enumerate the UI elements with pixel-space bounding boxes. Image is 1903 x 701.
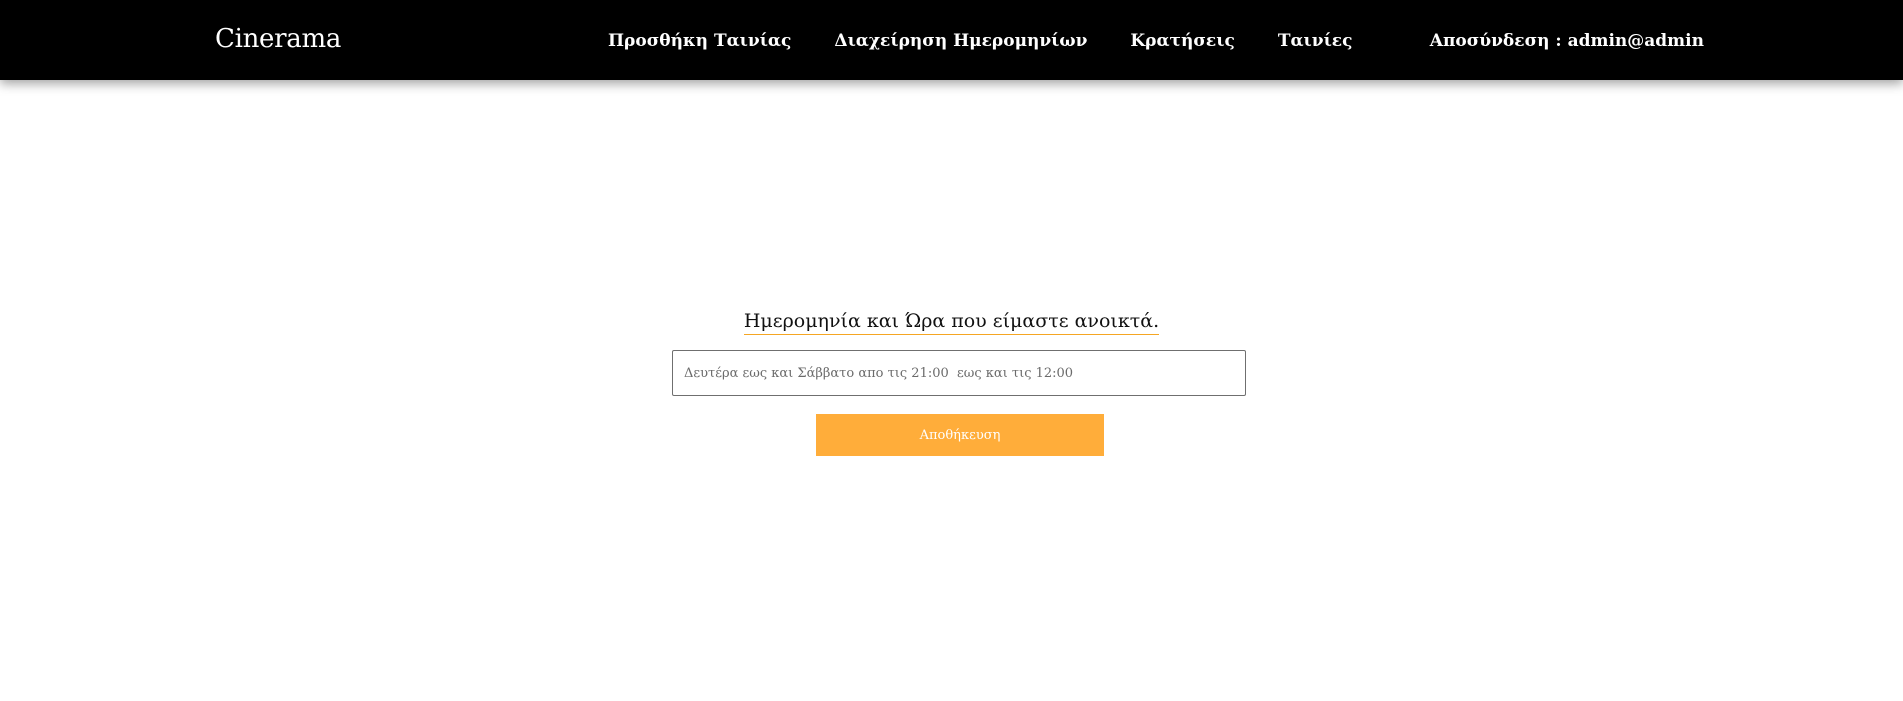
brand-logo-link[interactable]: Cinerama bbox=[215, 22, 341, 56]
form-title: Ημερομηνία και Ώρα που είμαστε ανοικτά. bbox=[743, 308, 1160, 335]
nav-link-movies[interactable]: Ταινίες bbox=[1278, 28, 1353, 54]
nav-link-manage-dates[interactable]: Διαχείρηση Ημερομηνίων bbox=[834, 28, 1087, 54]
nav-links: Προσθήκη Ταινίας Διαχείρηση Ημερομηνίων … bbox=[608, 28, 1352, 54]
save-button[interactable]: Αποθήκευση bbox=[816, 414, 1104, 456]
form-title-wrap: Ημερομηνία και Ώρα που είμαστε ανοικτά. bbox=[0, 308, 1903, 335]
logout-link[interactable]: Αποσύνδεση : admin@admin bbox=[1430, 28, 1704, 54]
opening-hours-input[interactable] bbox=[672, 350, 1246, 396]
nav-link-add-movie[interactable]: Προσθήκη Ταινίας bbox=[608, 28, 791, 54]
top-navbar: Cinerama Προσθήκη Ταινίας Διαχείρηση Ημε… bbox=[0, 0, 1903, 80]
nav-link-reservations[interactable]: Κρατήσεις bbox=[1130, 28, 1234, 54]
